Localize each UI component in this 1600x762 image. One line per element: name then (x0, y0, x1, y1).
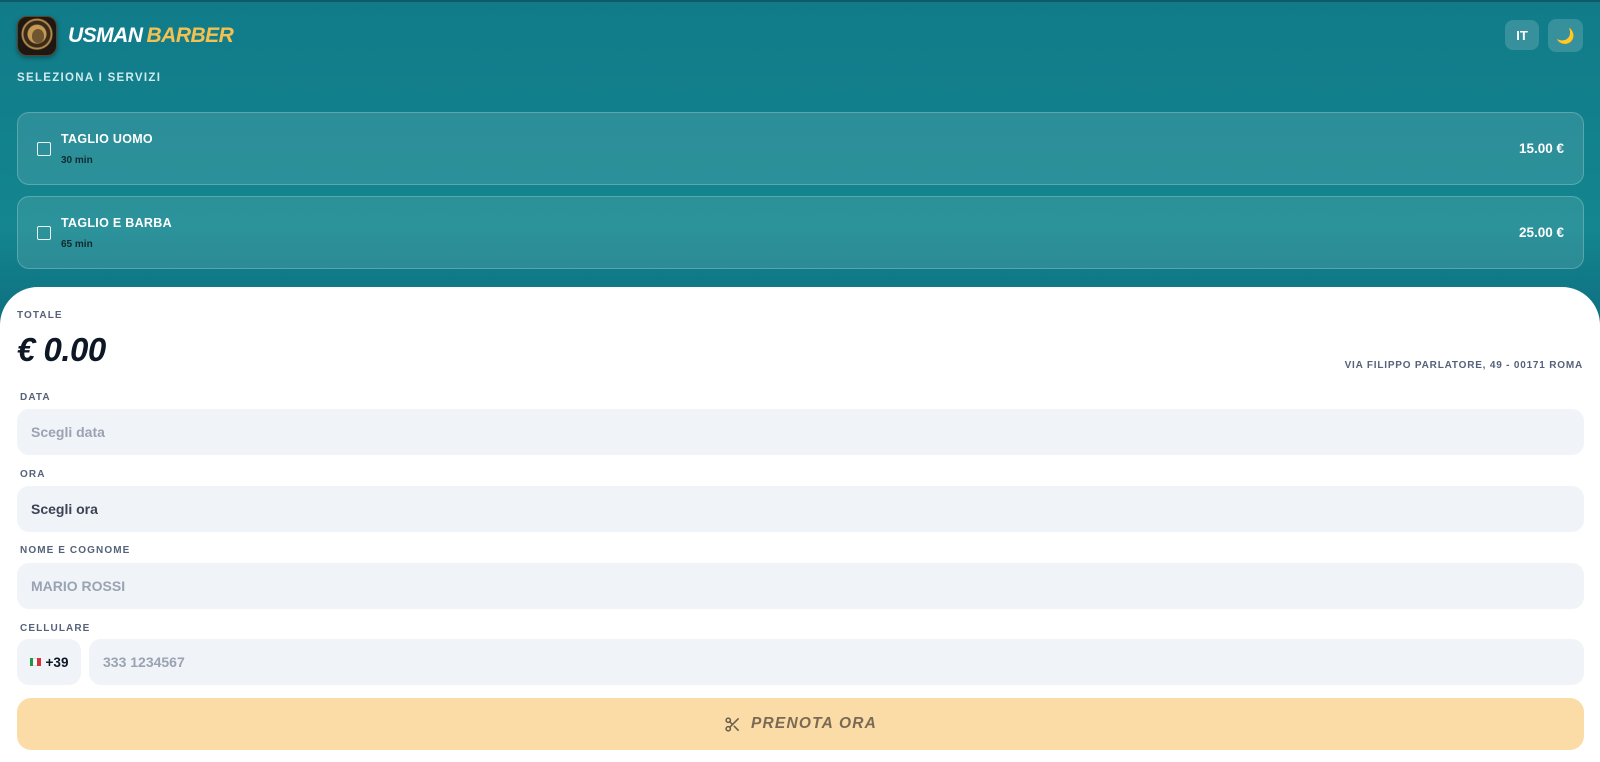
booking-panel: TOTALE € 0.00 VIA FILIPPO PARLATORE, 49 … (0, 287, 1600, 762)
country-code: +39 (45, 654, 69, 670)
service-duration: 30 min (61, 155, 93, 166)
date-label: DATA (20, 392, 51, 403)
full-name-input[interactable] (17, 563, 1584, 609)
service-checkbox[interactable] (37, 142, 51, 156)
brand-name-first: USMAN (68, 24, 143, 47)
italy-flag-icon (29, 658, 41, 666)
window-top-border (0, 0, 1600, 2)
scissors-icon (725, 716, 739, 732)
service-card-taglio-uomo[interactable]: TAGLIO UOMO 30 min 15.00 € (17, 112, 1584, 185)
theme-toggle-button[interactable]: 🌙 (1548, 19, 1583, 52)
phone-input[interactable] (89, 639, 1584, 685)
name-label: NOME E COGNOME (20, 545, 131, 556)
moon-icon: 🌙 (1556, 27, 1575, 45)
barber-logo (17, 16, 57, 56)
service-checkbox[interactable] (37, 226, 51, 240)
services-section-title: SELEZIONA I SERVIZI (17, 72, 162, 84)
brand-title: USMAN BARBER (68, 24, 234, 48)
time-label: ORA (20, 469, 46, 480)
language-button[interactable]: IT (1505, 20, 1539, 50)
app-header: USMAN BARBER (17, 16, 234, 56)
book-now-label: PRENOTA ORA (750, 715, 877, 732)
shop-address: VIA FILIPPO PARLATORE, 49 - 00171 ROMA (1344, 360, 1583, 371)
service-price: 25.00 € (1518, 225, 1564, 240)
book-now-button[interactable]: PRENOTA ORA (17, 698, 1584, 750)
service-name: TAGLIO UOMO (61, 132, 153, 146)
service-duration: 65 min (61, 239, 93, 250)
total-amount: € 0.00 (17, 331, 106, 368)
country-code-selector[interactable]: +39 (17, 639, 81, 685)
brand-name-second: BARBER (146, 24, 234, 47)
service-price: 15.00 € (1518, 141, 1564, 156)
service-name: TAGLIO E BARBA (61, 216, 172, 230)
service-card-taglio-e-barba[interactable]: TAGLIO E BARBA 65 min 25.00 € (17, 196, 1584, 269)
time-select[interactable]: Scegli ora (17, 486, 1584, 532)
total-label: TOTALE (17, 310, 63, 321)
phone-label: CELLULARE (20, 623, 91, 634)
date-input[interactable] (17, 409, 1584, 455)
